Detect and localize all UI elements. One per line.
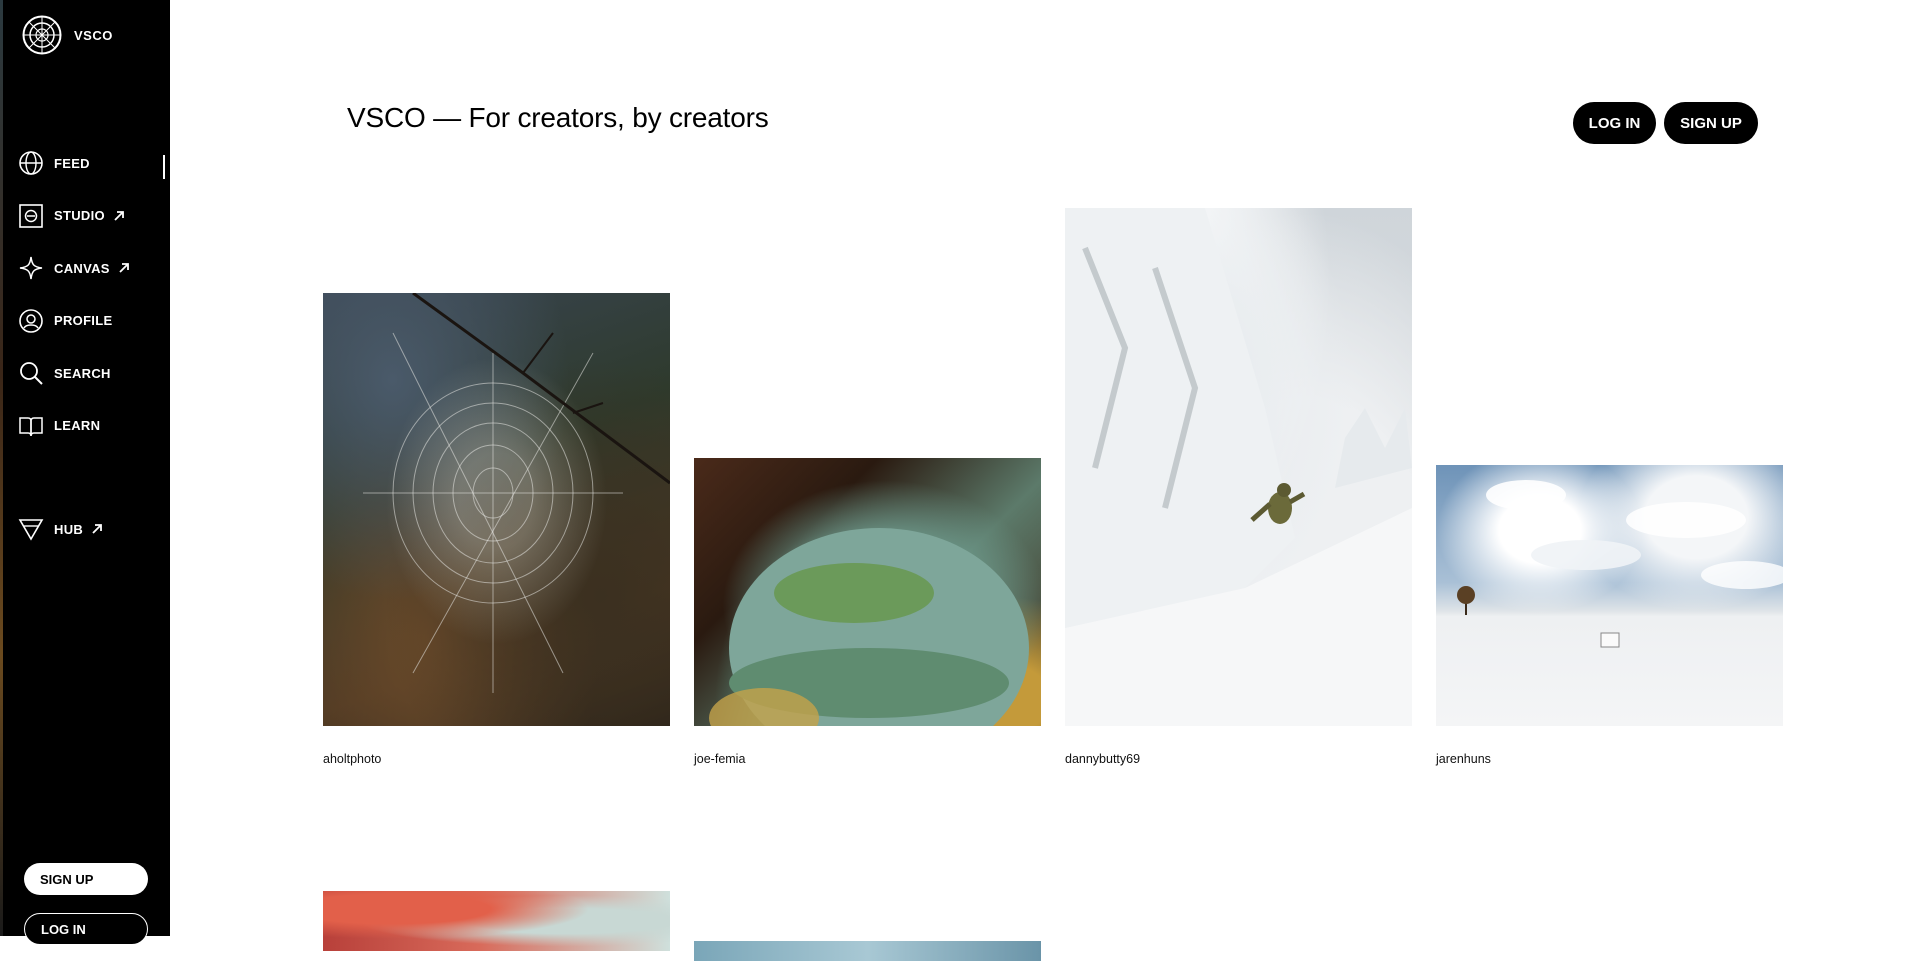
sidebar-edge (0, 0, 3, 936)
photo-spiderweb[interactable] (323, 293, 670, 726)
photo-partial[interactable] (694, 941, 1041, 961)
external-arrow-icon (114, 210, 124, 221)
profile-icon (18, 308, 44, 334)
sidebar-item-learn[interactable]: LEARN (18, 413, 168, 439)
sidebar-item-label: PROFILE (54, 313, 113, 328)
sidebar-item-label: STUDIO (54, 208, 105, 223)
sidebar-item-label: LEARN (54, 418, 101, 433)
external-arrow-icon (92, 524, 102, 534)
sparkle-icon (18, 255, 44, 281)
sidebar: VSCO FEED STUDIO CANVAS PROFILE SEARCH L… (0, 0, 170, 945)
header-signup-button[interactable]: SIGN UP (1664, 102, 1758, 144)
sidebar-item-canvas[interactable]: CANVAS (18, 255, 168, 281)
photo-snowboarder[interactable] (1065, 208, 1412, 726)
sidebar-item-studio[interactable]: STUDIO (18, 203, 168, 229)
book-icon (18, 413, 44, 439)
sidebar-login-button[interactable]: LOG IN (24, 913, 148, 945)
sidebar-nav: FEED STUDIO CANVAS PROFILE SEARCH LEARN (18, 150, 168, 465)
sidebar-item-hub[interactable]: HUB (18, 516, 103, 542)
photo-snowfield[interactable] (1436, 465, 1783, 726)
spiderweb-graphic (363, 293, 670, 693)
header-login-button[interactable]: LOG IN (1573, 102, 1656, 144)
sidebar-signup-button[interactable]: SIGN UP (24, 863, 148, 895)
photo-username[interactable]: aholtphoto (323, 752, 381, 766)
hub-icon (18, 516, 44, 542)
sidebar-item-label: CANVAS (54, 260, 110, 276)
studio-icon (18, 203, 44, 229)
photo-red-tree[interactable] (323, 891, 670, 951)
snowboarder-graphic (1065, 208, 1412, 726)
sidebar-item-feed[interactable]: FEED (18, 150, 168, 176)
sidebar-item-label: FEED (54, 155, 90, 171)
photo-username[interactable]: dannybutty69 (1065, 752, 1140, 766)
sidebar-item-label: HUB (54, 521, 84, 537)
snake-graphic (709, 528, 1029, 726)
photo-snake[interactable] (694, 458, 1041, 726)
brand-name: VSCO (74, 27, 113, 43)
search-icon (18, 360, 44, 386)
globe-icon (18, 150, 44, 176)
sidebar-item-profile[interactable]: PROFILE (18, 308, 168, 334)
sidebar-item-label: SEARCH (54, 365, 111, 381)
page-title: VSCO — For creators, by creators (347, 102, 769, 133)
snowfield-graphic (1457, 480, 1783, 648)
vsco-logo[interactable]: VSCO (22, 15, 113, 55)
vsco-logo-icon (22, 15, 62, 55)
external-arrow-icon (119, 263, 129, 273)
photo-username[interactable]: joe-femia (694, 752, 745, 766)
photo-username[interactable]: jarenhuns (1436, 752, 1491, 766)
sidebar-item-search[interactable]: SEARCH (18, 360, 168, 386)
